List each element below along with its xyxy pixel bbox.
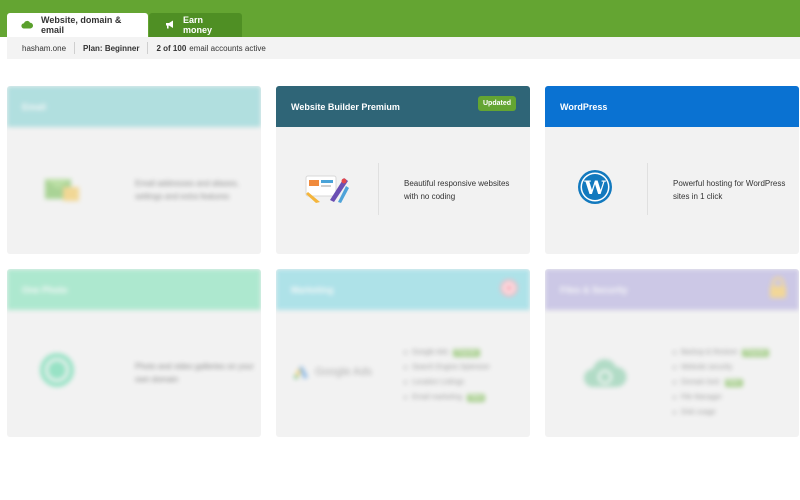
cloud-backup-icon: [583, 358, 627, 393]
new-badge: New: [467, 393, 486, 402]
feature-list: Google Ads Popular Search Engine Optimize…: [404, 345, 490, 405]
card-header: Marketing: [276, 269, 530, 310]
card-header: One Photo: [7, 269, 261, 310]
account-info-bar: hasham.one Plan: Beginner 2 of 100 email…: [7, 37, 800, 59]
card-email[interactable]: Email Email addresses and aliases, setti…: [7, 86, 261, 254]
list-item[interactable]: File Manager: [673, 390, 769, 405]
card-wordpress[interactable]: WordPress W Powerful hosting for WordPre…: [545, 86, 799, 254]
card-description: Powerful hosting for WordPress sites in …: [673, 179, 786, 201]
divider: [147, 42, 149, 54]
card-description: Email addresses and aliases, settings an…: [135, 179, 240, 201]
card-header: Email: [7, 86, 261, 127]
card-description: Photo and video galleries on your own do…: [135, 362, 254, 384]
card-files-security[interactable]: Files & Security Backup & Restore Popular…: [545, 269, 799, 437]
card-marketing[interactable]: Marketing Google Ads Google Ads Popular S…: [276, 269, 530, 437]
card-header: Files & Security: [545, 269, 799, 310]
domain-name[interactable]: hasham.one: [22, 44, 66, 53]
camera-lens-icon: [39, 352, 75, 393]
divider: [74, 42, 76, 54]
target-icon: [500, 279, 518, 299]
list-item[interactable]: Website security: [673, 360, 769, 375]
card-title: Website Builder Premium: [291, 101, 400, 112]
card-description: Beautiful responsive websites with no co…: [404, 179, 510, 201]
google-ads-icon: Google Ads: [293, 365, 372, 379]
popular-badge: Popular: [742, 348, 770, 357]
card-header: WordPress: [545, 86, 799, 127]
tab-website-domain-email[interactable]: Website, domain & email: [7, 13, 148, 37]
google-ads-logo-text: Google Ads: [315, 366, 372, 378]
list-item[interactable]: Backup & Restore Popular: [673, 345, 770, 360]
list-item[interactable]: Email marketing New: [404, 390, 490, 405]
top-navigation-bar: Website, domain & email Earn money: [0, 0, 800, 37]
feature-list: Backup & Restore Popular Website security…: [673, 345, 770, 420]
design-tools-icon: [304, 172, 350, 209]
card-title: Files & Security: [560, 284, 628, 295]
megaphone-icon: [165, 20, 175, 31]
card-divider: [647, 163, 648, 215]
list-item[interactable]: Location Listings: [404, 375, 490, 390]
list-item[interactable]: Disk usage: [673, 405, 769, 420]
svg-text:W: W: [583, 177, 606, 199]
tab-label: Earn money: [183, 15, 213, 35]
email-envelope-icon: [45, 173, 79, 208]
list-item[interactable]: Search Engine Optimizer: [404, 360, 490, 375]
card-divider: [378, 163, 379, 215]
new-badge: New: [724, 378, 743, 387]
wordpress-icon: W: [577, 169, 613, 210]
popular-badge: Popular: [453, 348, 480, 357]
card-title: One Photo: [22, 284, 68, 295]
card-header: Website Builder Premium Updated: [276, 86, 530, 127]
list-item[interactable]: Domain lock New: [673, 375, 769, 390]
card-website-builder[interactable]: Website Builder Premium Updated Beautifu…: [276, 86, 530, 254]
card-one-photo[interactable]: One Photo Photo and video galleries on y…: [7, 269, 261, 437]
email-count: 2 of 100: [156, 43, 187, 53]
card-title: Email: [22, 101, 47, 112]
tab-earn-money[interactable]: Earn money: [149, 13, 242, 37]
list-item[interactable]: Google Ads Popular: [404, 345, 490, 360]
cloud-icon: [21, 20, 34, 31]
card-title: WordPress: [560, 101, 608, 112]
tab-label: Website, domain & email: [41, 15, 122, 35]
updated-badge: Updated: [478, 96, 516, 111]
email-accounts-text: email accounts active: [189, 43, 266, 53]
card-title: Marketing: [291, 284, 334, 295]
lock-icon: [769, 276, 787, 301]
plan-label: Plan: Beginner: [83, 43, 140, 53]
